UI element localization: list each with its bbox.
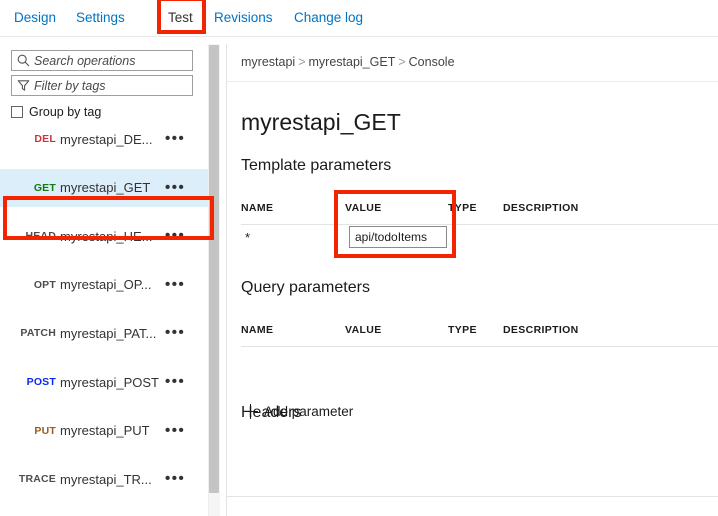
operation-context-menu-icon[interactable]: ••• [165, 228, 185, 243]
footer-divider [227, 496, 718, 497]
operation-context-menu-icon[interactable]: ••• [165, 374, 185, 389]
console-content: myrestapi > myrestapi_GET > Console myrestap… [227, 44, 718, 516]
operation-method-badge: HEAD [25, 230, 56, 243]
query-column-header-value: VALUE [345, 324, 382, 336]
operation-row-head[interactable]: HEAD myrestapi_HE... ••• [0, 217, 208, 255]
filter-by-tags-input[interactable]: Filter by tags [11, 75, 193, 96]
search-placeholder: Search operations [34, 53, 136, 68]
group-by-tag-label: Group by tag [29, 105, 102, 119]
query-column-header-description: DESCRIPTION [503, 324, 579, 336]
template-parameters-heading: Template parameters [241, 157, 392, 174]
headers-heading: Headers [241, 404, 302, 421]
breadcrumb-root[interactable]: myrestapi [241, 55, 295, 69]
column-header-description: DESCRIPTION [503, 202, 579, 214]
template-parameters-header-rule [241, 224, 718, 225]
breadcrumb-separator-1: > [298, 55, 306, 69]
query-column-header-name: NAME [241, 324, 274, 336]
operation-row-get[interactable]: GET myrestapi_GET ••• [0, 168, 208, 207]
operation-context-menu-icon[interactable]: ••• [165, 277, 185, 292]
operation-row-post[interactable]: POST myrestapi_POST ••• [0, 363, 208, 401]
operation-row-trace[interactable]: TRACE myrestapi_TR... ••• [0, 460, 208, 498]
breadcrumb-operation[interactable]: myrestapi_GET [309, 55, 396, 69]
operation-method-badge: TRACE [18, 473, 56, 486]
column-header-type: TYPE [448, 202, 477, 214]
operation-name: myrestapi_DE... [60, 131, 153, 147]
operation-name: myrestapi_HE... [60, 228, 153, 244]
tab-design[interactable]: Design [14, 10, 56, 25]
operation-context-menu-icon[interactable]: ••• [165, 131, 185, 146]
operation-method-badge: POST [26, 376, 56, 388]
operation-method-badge: PUT [34, 424, 56, 437]
operation-context-menu-icon[interactable]: ••• [165, 180, 185, 195]
group-by-tag-checkbox-box[interactable] [11, 106, 23, 118]
operation-method-badge: OPT [33, 278, 56, 291]
top-tab-bar: Design Settings Test Revisions Change lo… [0, 0, 718, 37]
operation-name: myrestapi_POST [60, 374, 159, 390]
operation-context-menu-icon[interactable]: ••• [165, 471, 185, 486]
breadcrumb: myrestapi > myrestapi_GET > Console [241, 55, 455, 69]
column-header-value: VALUE [345, 202, 382, 214]
template-parameter-value-input[interactable] [349, 226, 447, 248]
operation-context-menu-icon[interactable]: ••• [165, 325, 185, 340]
tab-bar-divider [0, 36, 718, 37]
operations-list[interactable]: DEL myrestapi_DE... ••• GET myrestapi_GET •••… [0, 120, 208, 516]
tab-settings[interactable]: Settings [76, 10, 125, 25]
column-header-name: NAME [241, 202, 274, 214]
breadcrumb-divider [227, 81, 718, 82]
tab-change-log[interactable]: Change log [294, 10, 363, 25]
query-parameters-header-rule [241, 346, 718, 347]
search-icon [12, 54, 34, 67]
operation-method-badge: DEL [34, 133, 56, 145]
operation-row-opt[interactable]: OPT myrestapi_OP... ••• [0, 266, 208, 304]
operation-row-put[interactable]: PUT myrestapi_PUT ••• [0, 412, 208, 450]
query-parameters-table-header: NAME VALUE TYPE DESCRIPTION [227, 324, 718, 345]
operation-name: myrestapi_PUT [60, 423, 150, 439]
filter-icon [12, 79, 34, 92]
operation-name: myrestapi_GET [60, 180, 151, 196]
operation-method-badge: PATCH [20, 327, 56, 340]
filter-placeholder: Filter by tags [34, 78, 106, 93]
tab-test[interactable]: Test [168, 10, 193, 25]
operation-method-badge: GET [33, 181, 56, 194]
query-parameters-heading: Query parameters [241, 279, 370, 296]
sidebar-scrollbar-thumb[interactable] [209, 45, 219, 493]
page-title: myrestapi_GET [241, 109, 401, 135]
tab-revisions[interactable]: Revisions [214, 10, 273, 25]
operation-name: myrestapi_TR... [60, 471, 152, 487]
operations-sidebar: Search operations Filter by tags Group b… [0, 44, 208, 516]
operation-name: myrestapi_PAT... [60, 325, 157, 341]
api-management-test-console: Design Settings Test Revisions Change lo… [0, 0, 718, 516]
template-parameter-name-cell: * [245, 230, 251, 245]
operation-context-menu-icon[interactable]: ••• [165, 423, 185, 438]
query-column-header-type: TYPE [448, 324, 477, 336]
search-input[interactable]: Search operations [11, 50, 193, 71]
operation-row-del[interactable]: DEL myrestapi_DE... ••• [0, 120, 208, 158]
breadcrumb-separator-2: > [398, 55, 406, 69]
group-by-tag-checkbox[interactable]: Group by tag [11, 105, 101, 119]
template-parameters-table-header: NAME VALUE TYPE DESCRIPTION [227, 202, 718, 223]
breadcrumb-leaf: Console [408, 55, 455, 69]
operation-row-patch[interactable]: PATCH myrestapi_PAT... ••• [0, 314, 208, 352]
operation-name: myrestapi_OP... [60, 277, 152, 293]
